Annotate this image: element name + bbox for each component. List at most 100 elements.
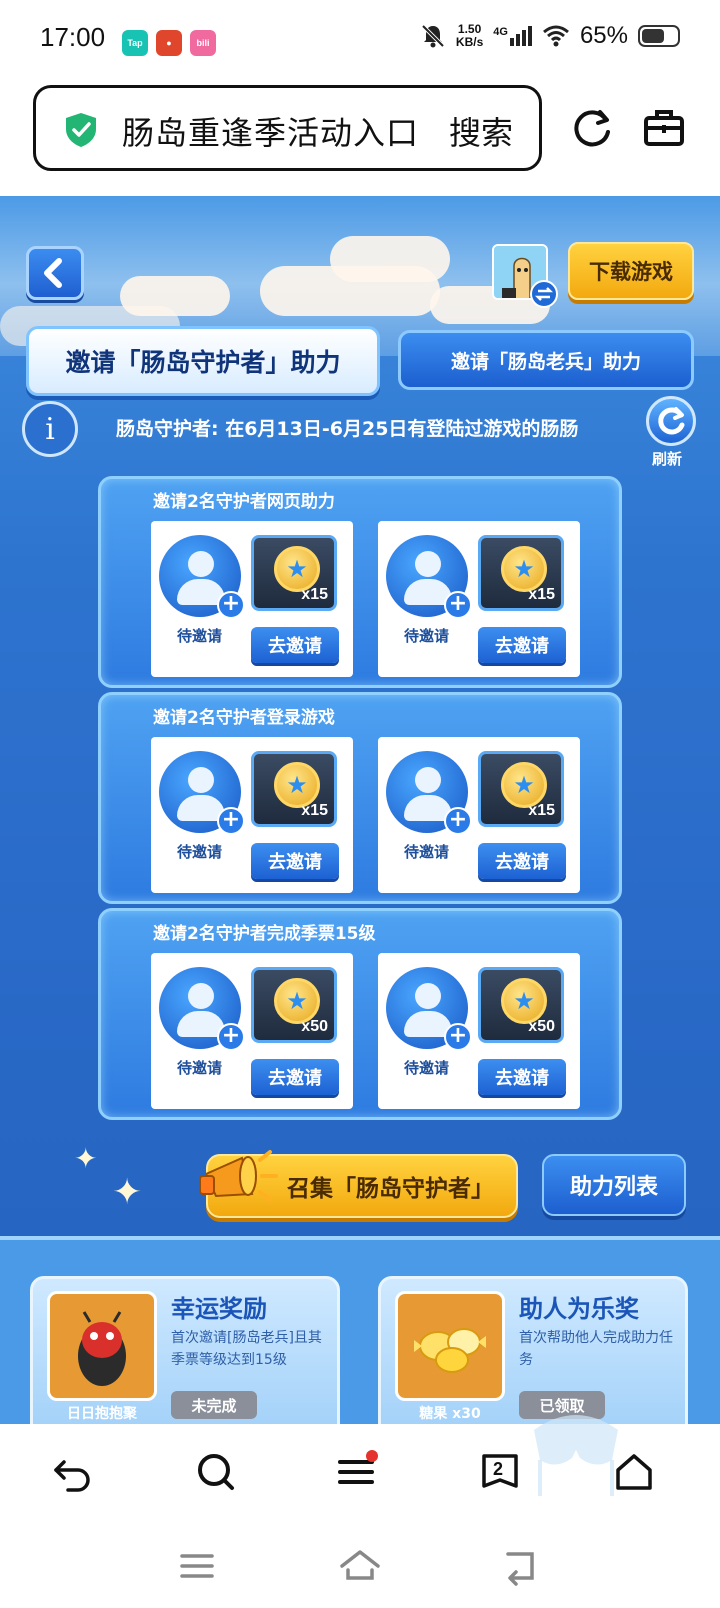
- task-panel-web-help: 邀请2名守护者网页助力 + 待邀请 ★ x15 去邀请 + 待邀请 ★ x15 去邀…: [98, 476, 622, 688]
- search-icon[interactable]: [194, 1450, 238, 1494]
- bilibili-app-icon: bili: [190, 30, 216, 56]
- status-indicators: 1.50 KB/s 4G 65%: [420, 22, 680, 50]
- tab-invite-veteran[interactable]: 邀请「肠岛老兵」助力: [398, 330, 694, 390]
- plus-icon: +: [217, 1023, 245, 1051]
- plus-icon: +: [444, 807, 472, 835]
- battery-percent: 65%: [579, 22, 628, 49]
- empty-user-icon[interactable]: +: [386, 751, 472, 835]
- sunglasses-overlay-icon: [534, 1415, 618, 1496]
- invite-slot: + 待邀请 ★ x50 去邀请: [151, 953, 353, 1109]
- reward-count: x15: [301, 586, 328, 603]
- refresh-icon: [658, 407, 685, 435]
- event-web-page: 下载游戏 邀请「肠岛守护者」助力 邀请「肠岛老兵」助力 i 肠岛守护者: 在6月…: [0, 196, 720, 1424]
- megaphone-icon: [199, 1150, 278, 1202]
- empty-user-icon[interactable]: +: [386, 535, 472, 619]
- invite-slot: + 待邀请 ★ x15 去邀请: [378, 521, 580, 677]
- tab-count: 2: [493, 1459, 504, 1479]
- home-icon[interactable]: [612, 1450, 656, 1494]
- task-title: 邀请2名守护者网页助力: [153, 492, 335, 512]
- reward-title: 助人为乐奖: [519, 1295, 639, 1323]
- invite-slot: + 待邀请 ★ x15 去邀请: [151, 737, 353, 893]
- chevron-left-icon: [44, 258, 62, 288]
- status-time: 17:00: [40, 22, 106, 52]
- go-invite-button[interactable]: 去邀请: [478, 843, 566, 879]
- reward-description: 首次邀请[肠岛老兵]且其季票等级达到15级: [171, 1330, 322, 1368]
- reward-status-button[interactable]: 未完成: [171, 1391, 257, 1419]
- reward-count: x50: [528, 1018, 555, 1035]
- refresh-button[interactable]: [646, 396, 696, 446]
- help-list-button[interactable]: 助力列表: [542, 1154, 686, 1216]
- search-button[interactable]: 搜索: [449, 108, 513, 154]
- slot-status: 待邀请: [404, 627, 450, 645]
- go-invite-button[interactable]: 去邀请: [478, 1059, 566, 1095]
- reward-count: x15: [301, 802, 328, 819]
- taptap-app-icon: Tap: [122, 30, 148, 56]
- invite-slot: + 待邀请 ★ x15 去邀请: [151, 521, 353, 677]
- switch-account-icon[interactable]: [530, 280, 558, 308]
- empty-user-icon[interactable]: +: [386, 967, 472, 1051]
- back-arrow-icon[interactable]: [50, 1450, 94, 1494]
- menu-icon[interactable]: [336, 1450, 380, 1494]
- helper-reward-card: 糖果 x30 助人为乐奖 首次帮助他人完成助力任务 已领取: [378, 1276, 688, 1424]
- home-nav-icon[interactable]: [340, 1546, 380, 1586]
- info-icon[interactable]: i: [22, 401, 78, 457]
- recent-apps-icon[interactable]: [178, 1546, 218, 1586]
- reward-coin-box: ★ x15: [478, 535, 564, 611]
- empty-user-icon[interactable]: +: [159, 535, 245, 619]
- slot-status: 待邀请: [404, 1059, 450, 1077]
- go-invite-button[interactable]: 去邀请: [251, 627, 339, 663]
- refresh-label: 刷新: [652, 450, 683, 468]
- ladybug-helmet-icon: [78, 1311, 126, 1386]
- empty-user-icon[interactable]: +: [159, 967, 245, 1051]
- go-invite-button[interactable]: 去邀请: [251, 1059, 339, 1095]
- network-speed: 1.50 KB/s: [456, 23, 483, 49]
- notification-app-icons: Tap ● bili: [122, 30, 216, 56]
- task-panel-login-game: 邀请2名守护者登录游戏 + 待邀请 ★ x15 去邀请 + 待邀请 ★ x15 去邀…: [98, 692, 622, 904]
- cloud: [330, 236, 450, 282]
- back-button[interactable]: [26, 246, 84, 300]
- reward-coin-box: ★ x50: [478, 967, 564, 1043]
- battery-icon: [638, 25, 680, 47]
- empty-user-icon[interactable]: +: [159, 751, 245, 835]
- reward-count: x50: [301, 1018, 328, 1035]
- guardian-definition-text: 肠岛守护者: 在6月13日-6月25日有登陆过游戏的肠肠: [116, 418, 579, 440]
- battery-level-fill: [642, 29, 665, 43]
- reload-icon[interactable]: [570, 106, 614, 150]
- search-query[interactable]: 肠岛重逢季活动入口: [122, 108, 419, 154]
- sparkle-icon: ✦: [112, 1172, 143, 1213]
- status-bar: 17:00 Tap ● bili 1.50 KB/s 4G 65%: [0, 0, 720, 84]
- reward-coin-box: ★ x50: [251, 967, 337, 1043]
- invite-slot: + 待邀请 ★ x15 去邀请: [378, 737, 580, 893]
- reward-coin-box: ★ x15: [478, 751, 564, 827]
- reward-item-name: 日日抱抱聚: [67, 1406, 137, 1422]
- go-invite-button[interactable]: 去邀请: [251, 843, 339, 879]
- plus-icon: +: [217, 591, 245, 619]
- tabs-button[interactable]: 2: [478, 1450, 522, 1494]
- address-search-bar[interactable]: 肠岛重逢季活动入口 搜索: [33, 85, 542, 171]
- lucky-reward-card: 日日抱抱聚 幸运奖励 首次邀请[肠岛老兵]且其季票等级达到15级 未完成: [30, 1276, 340, 1424]
- slot-status: 待邀请: [404, 843, 450, 861]
- plus-icon: +: [217, 807, 245, 835]
- system-navigation-bar: [0, 1524, 720, 1608]
- toolbox-icon[interactable]: [642, 106, 686, 150]
- summon-label: 召集「肠岛守护者」: [287, 1176, 494, 1202]
- go-invite-button[interactable]: 去邀请: [478, 627, 566, 663]
- download-game-button[interactable]: 下载游戏: [568, 242, 694, 300]
- back-nav-icon[interactable]: [502, 1546, 542, 1586]
- reward-item-image: [395, 1291, 505, 1401]
- network-type: 4G: [493, 26, 508, 38]
- task-title: 邀请2名守护者登录游戏: [153, 708, 335, 728]
- network-speed-unit: KB/s: [455, 35, 484, 49]
- reward-coin-box: ★ x15: [251, 751, 337, 827]
- task-title: 邀请2名守护者完成季票15级: [153, 924, 376, 944]
- tab-invite-guardian[interactable]: 邀请「肠岛守护者」助力: [26, 326, 380, 396]
- invite-slot: + 待邀请 ★ x50 去邀请: [378, 953, 580, 1109]
- game-app-icon: ●: [156, 30, 182, 56]
- reward-count: x15: [528, 586, 555, 603]
- cellular-signal-icon: 4G: [493, 26, 532, 46]
- slot-status: 待邀请: [177, 843, 223, 861]
- browser-bottom-toolbar: 2: [0, 1415, 720, 1524]
- mute-bell-icon: [421, 24, 445, 48]
- task-panel-season-pass: 邀请2名守护者完成季票15级 + 待邀请 ★ x50 去邀请 + 待邀请 ★ x50…: [98, 908, 622, 1120]
- sparkle-icon: ✦: [74, 1142, 98, 1175]
